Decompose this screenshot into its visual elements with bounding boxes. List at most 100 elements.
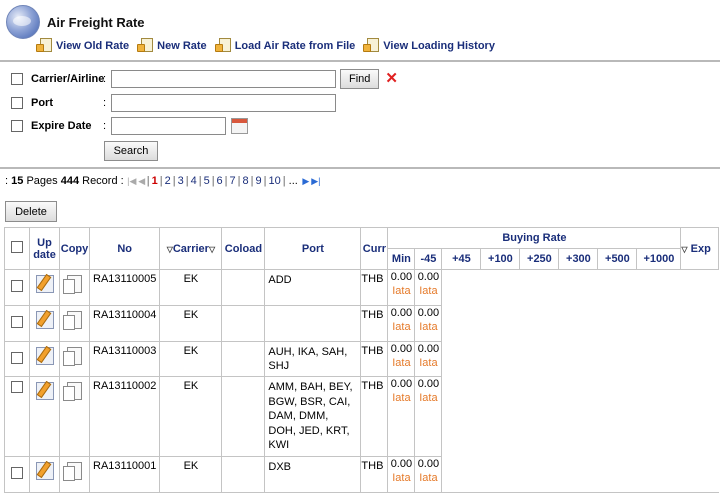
expire-header-label: Exp — [690, 242, 711, 255]
select-all-checkbox[interactable] — [11, 241, 23, 253]
page-count: 15 — [11, 175, 24, 187]
min-cell: 0.00 Iata — [387, 341, 416, 377]
curr-cell: THB — [360, 455, 389, 493]
colon: : — [103, 120, 107, 132]
rate-no: RA13110001 — [88, 455, 161, 493]
rate-blank — [441, 341, 719, 377]
copy-icon[interactable] — [63, 461, 82, 481]
rate-blank — [441, 269, 719, 306]
port-header[interactable]: Port — [264, 227, 362, 270]
min-cell: 0.00 Iata — [387, 455, 416, 493]
row-checkbox[interactable] — [11, 381, 23, 393]
edit-icon[interactable] — [35, 461, 54, 480]
calendar-icon[interactable] — [231, 118, 248, 134]
min-value: 0.00 — [390, 343, 413, 355]
page-icon — [363, 37, 380, 52]
rate-table: Up date Copy No ▽Carrier▽ Coload Port Cu… — [4, 227, 720, 493]
expire-header[interactable]: ▽ Exp — [680, 227, 720, 270]
m45-header: -45 — [414, 248, 443, 270]
page-link[interactable]: 4 — [191, 175, 197, 187]
p250-header: +250 — [519, 248, 560, 270]
port-cell: AUH, IKA, SAH, SHJ — [264, 341, 362, 377]
edit-icon[interactable] — [35, 275, 54, 293]
rate-no: RA13110002 — [88, 376, 161, 457]
load-air-rate-label: Load Air Rate from File — [234, 40, 356, 52]
last-page-icon[interactable]: ▶| — [311, 176, 321, 187]
port-checkbox[interactable] — [11, 97, 23, 109]
search-button[interactable]: Search — [104, 141, 158, 161]
coload-cell — [221, 376, 266, 457]
iata-tag: Iata — [392, 392, 411, 404]
page-link[interactable]: 9 — [256, 175, 262, 187]
page-link[interactable]: 1 — [152, 175, 158, 187]
clear-x-icon[interactable]: ✕ — [385, 71, 398, 86]
page-icon — [36, 37, 52, 52]
page-link[interactable]: 10 — [268, 175, 280, 187]
divider — [0, 60, 720, 62]
globe-logo-icon — [6, 5, 40, 39]
no-header[interactable]: No — [88, 227, 161, 270]
record-count: 444 — [60, 175, 80, 187]
copy-icon[interactable] — [63, 382, 82, 401]
page-link[interactable]: 5 — [204, 175, 210, 187]
min-cell: 0.00 Iata — [387, 305, 416, 342]
page-link[interactable]: 8 — [243, 175, 249, 187]
coload-header[interactable]: Coload — [221, 227, 266, 270]
find-button[interactable]: Find — [340, 69, 380, 89]
copy-icon[interactable] — [63, 275, 82, 294]
expire-checkbox[interactable] — [11, 120, 23, 132]
m45-value: 0.00 — [417, 378, 440, 390]
view-old-rate-link[interactable]: View Old Rate — [36, 37, 129, 52]
iata-tag: Iata — [392, 285, 411, 297]
port-cell: DXB — [264, 455, 362, 493]
edit-icon[interactable] — [35, 347, 54, 365]
row-checkbox[interactable] — [11, 280, 23, 292]
coload-cell — [221, 341, 266, 377]
row-checkbox[interactable] — [11, 351, 23, 364]
rate-blank — [441, 305, 719, 342]
new-rate-link[interactable]: New Rate — [137, 37, 207, 52]
carrier-checkbox[interactable] — [11, 73, 23, 85]
port-input[interactable] — [111, 94, 336, 112]
copy-icon[interactable] — [63, 347, 82, 366]
edit-icon[interactable] — [35, 311, 54, 329]
m45-value: 0.00 — [417, 271, 440, 283]
copy-icon[interactable] — [63, 311, 82, 330]
row-checkbox[interactable] — [11, 316, 23, 328]
m45-value: 0.00 — [417, 457, 440, 470]
pages-label: Pages — [26, 175, 58, 187]
table-row: RA13110004 EK THB 0.00 Iata 0.00 Iata — [4, 305, 719, 342]
view-loading-history-link[interactable]: View Loading History — [363, 37, 495, 52]
page-link[interactable]: 7 — [230, 175, 236, 187]
page-header: Air Freight Rate — [6, 4, 145, 40]
edit-icon[interactable] — [35, 382, 54, 400]
curr-header[interactable]: Curr — [360, 227, 389, 270]
carrier-input[interactable] — [111, 70, 336, 88]
load-air-rate-link[interactable]: Load Air Rate from File — [214, 37, 356, 52]
delete-button[interactable]: Delete — [5, 201, 57, 222]
p45-header: +45 — [441, 248, 482, 270]
curr-cell: THB — [360, 269, 389, 306]
page-link[interactable]: 3 — [178, 175, 184, 187]
min-header: Min — [387, 248, 416, 270]
carrier-header[interactable]: ▽Carrier▽ — [159, 227, 223, 270]
m45-cell: 0.00 Iata — [414, 341, 443, 377]
iata-tag: Iata — [419, 285, 438, 297]
expire-date-input[interactable] — [111, 117, 226, 135]
records-label: Record : — [82, 175, 124, 187]
table-row: RA13110003 EK AUH, IKA, SAH, SHJ THB 0.0… — [4, 341, 719, 377]
page-link[interactable]: 6 — [217, 175, 223, 187]
row-checkbox[interactable] — [11, 466, 23, 479]
colon: : — [103, 97, 107, 109]
first-page-icon[interactable]: |◀ — [127, 176, 137, 187]
page-icon — [137, 37, 154, 52]
rate-blank — [441, 456, 719, 493]
table-row: RA13110002 EK AMM, BAH, BEY, BGW, BSR, C… — [4, 376, 719, 457]
prev-page-icon[interactable]: ◀ — [137, 176, 147, 187]
sort-down-icon: ▽ — [681, 244, 688, 254]
action-links: View Old Rate New Rate Load Air Rate fro… — [36, 37, 495, 52]
page-link[interactable]: 2 — [165, 175, 171, 187]
next-page-icon[interactable]: ▶ — [301, 176, 311, 187]
min-value: 0.00 — [390, 378, 413, 390]
curr-cell: THB — [360, 376, 389, 457]
